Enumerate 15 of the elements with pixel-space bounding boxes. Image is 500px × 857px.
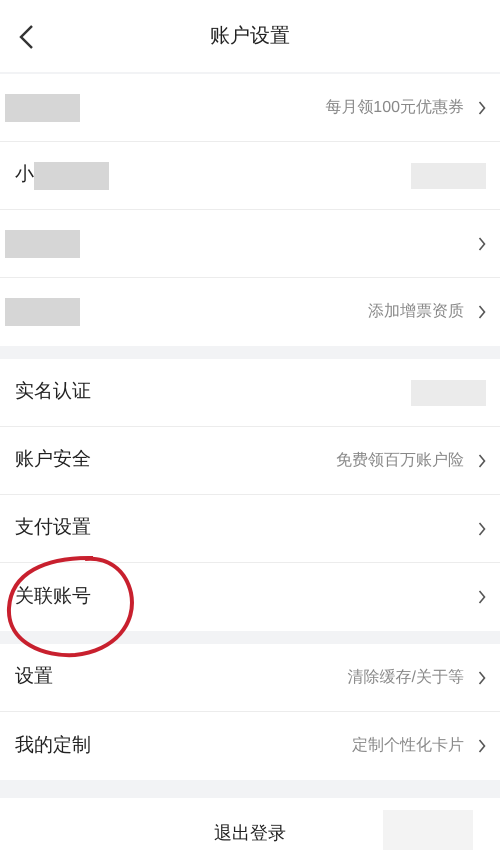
row-value: 每月领100元优惠券 xyxy=(325,98,464,118)
logout-button[interactable]: 退出登录 xyxy=(0,798,500,857)
row-label: 关联账号 xyxy=(15,584,91,609)
back-icon[interactable] xyxy=(18,24,34,50)
row-label: 支付设置 xyxy=(15,516,91,540)
row-label: 我的定制 xyxy=(15,734,91,758)
row-label: 实名认证 xyxy=(15,380,91,404)
row-value: 添加增票资质 xyxy=(368,302,464,322)
row-value: 清除缓存/关于等 xyxy=(348,668,464,688)
row-label: 账户安全 xyxy=(15,448,91,472)
page-title: 账户设置 xyxy=(210,24,290,49)
row-label: 设置 xyxy=(15,665,53,690)
row-value: 定制个性化卡片 xyxy=(352,736,464,756)
row-value: 免费领百万账户险 xyxy=(336,450,464,470)
row-label: 小 xyxy=(15,163,34,188)
